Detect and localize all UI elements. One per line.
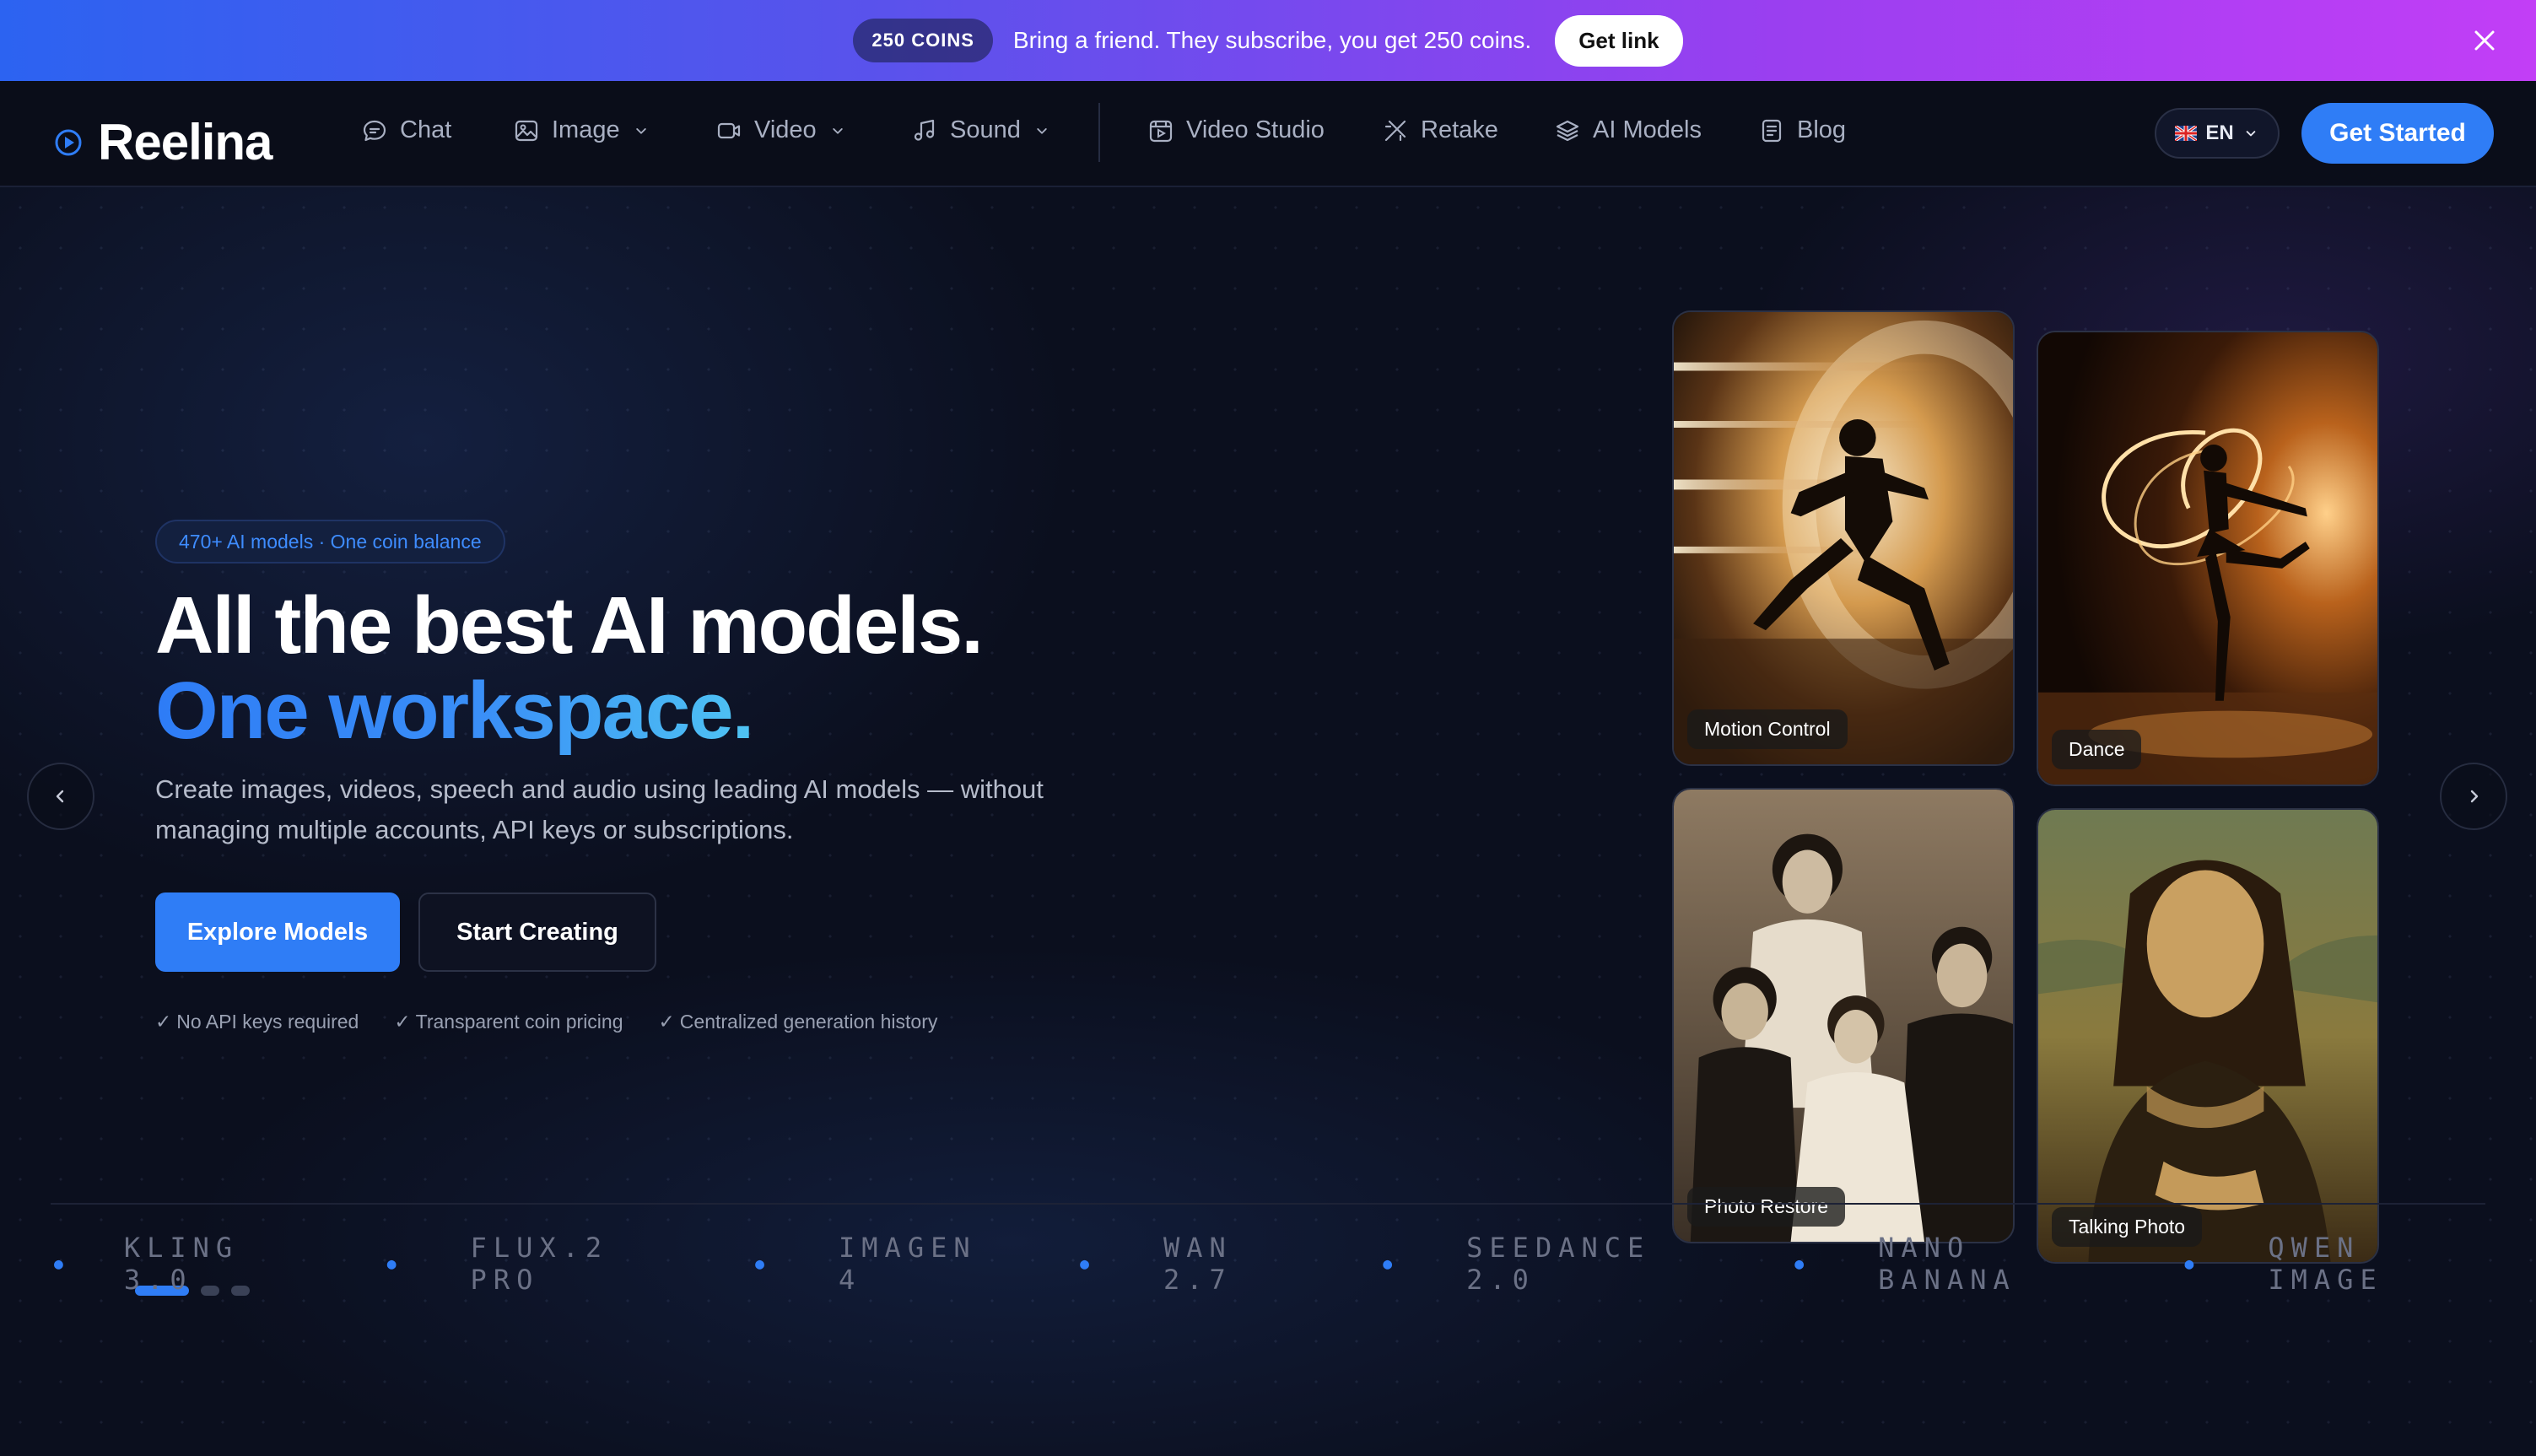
mona-lisa-image [2038,810,2377,1262]
card-motion-control[interactable]: Motion Control [1672,310,2015,766]
chevron-down-icon [832,127,843,134]
studio-icon [1149,120,1173,142]
carousel-next-button[interactable] [2440,763,2507,830]
image-icon [515,120,538,141]
check-icon: ✓ [394,1011,411,1033]
chevron-left-icon [56,790,64,803]
explore-models-button[interactable]: Explore Models [155,892,400,972]
card-talking-photo[interactable]: Talking Photo [2037,808,2379,1264]
card-label: Motion Control [1687,709,1848,749]
models-pill: 470+ AI models · One coin balance [155,520,505,564]
chevron-down-icon [635,127,646,134]
nav-video-studio-label: Video Studio [1186,116,1325,143]
model-ticker: ● KLING 3.0 ● FLUX.2 PRO ● IMAGEN 4 ● WA… [51,1232,2485,1296]
nav-sound[interactable]: Sound [911,116,1051,144]
ticker-item: SEEDANCE 2.0 [1466,1232,1651,1296]
running-man-image [1674,312,2013,764]
nav-retake[interactable]: Retake [1382,116,1498,144]
card-label: Photo Restore [1687,1187,1846,1227]
dancer-image [2038,332,2377,785]
ticker-separator: ● [2184,1254,2201,1273]
ticker-separator: ● [1794,1254,1811,1273]
nav-video[interactable]: Video [715,116,847,144]
nav-sound-label: Sound [950,116,1021,143]
check-icon: ✓ [658,1011,675,1033]
chat-icon [363,120,386,141]
check-item: ✓ Centralized generation history [659,1011,938,1033]
ticker-item: KLING 3.0 [123,1232,240,1296]
nav-retake-label: Retake [1421,116,1498,143]
ticker-divider [51,1203,2485,1205]
nav-blog[interactable]: Blog [1758,116,1846,144]
ticker-item: QWEN IMAGE [2268,1232,2383,1296]
check-label: Transparent coin pricing [415,1011,623,1033]
check-icon: ✓ [155,1011,172,1033]
nav-blog-label: Blog [1797,116,1847,143]
family-portrait-image [1674,790,2013,1242]
card-photo-restore[interactable]: Photo Restore [1672,788,2015,1243]
nav-image[interactable]: Image [513,116,650,144]
start-creating-button[interactable]: Start Creating [418,892,656,972]
hero-title-highlight: One workspace. [155,666,754,756]
nav-video-studio[interactable]: Video Studio [1147,116,1325,144]
brand-name: Reelina [98,114,272,170]
get-link-button[interactable]: Get link [1555,14,1683,67]
nav-divider [1098,103,1100,162]
layers-icon [1556,120,1579,141]
chevron-right-icon [2470,790,2479,803]
hero-subtitle: Create images, videos, speech and audio … [155,774,1044,844]
coins-badge: 250 COINS [853,19,993,62]
video-icon [717,122,741,138]
retake-icon [1384,120,1406,141]
carousel-prev-button[interactable] [27,763,94,830]
ticker-separator: ● [386,1254,403,1273]
nav-chat-label: Chat [400,116,452,143]
ticker-separator: ● [1080,1254,1096,1273]
language-selector[interactable]: EN [2155,108,2280,159]
feature-checklist: ✓ No API keys required ✓ Transparent coin … [155,1011,937,1033]
card-label: Dance [2052,730,2142,769]
promo-banner: 250 COINS Bring a friend. They subscribe… [0,0,2536,81]
check-item: ✓ Transparent coin pricing [394,1011,623,1033]
close-icon[interactable] [2467,23,2502,58]
chevron-down-icon [1037,127,1047,134]
ticker-item: WAN 2.7 [1163,1232,1233,1296]
get-started-button[interactable]: Get Started [2301,103,2494,164]
language-label: EN [2205,121,2234,144]
promo-text: Bring a friend. They subscribe, you get … [1012,27,1532,53]
nav-ai-models[interactable]: AI Models [1554,116,1702,144]
ticker-item: FLUX.2 PRO [470,1232,609,1296]
nav-chat[interactable]: Chat [361,116,451,144]
uk-flag-icon [2175,126,2198,141]
check-item: ✓ No API keys required [155,1011,359,1033]
play-logo-icon [55,129,82,155]
document-icon [1762,119,1782,142]
ticker-separator: ● [1383,1254,1400,1273]
ticker-item: NANO BANANA [1878,1232,2016,1296]
brand-logo[interactable]: Reelina [54,113,272,171]
card-dance[interactable]: Dance [2037,331,2379,786]
nav-image-label: Image [552,116,620,143]
hero-title: All the best AI models. [155,580,984,671]
check-label: Centralized generation history [679,1011,938,1033]
nav-ai-models-label: AI Models [1593,116,1702,143]
ticker-item: IMAGEN 4 [839,1232,977,1296]
ticker-separator: ● [755,1254,772,1273]
chevron-down-icon [2246,131,2255,137]
music-icon [914,119,935,141]
top-nav: Reelina Chat Image Video Sound Video Stu… [0,81,2536,187]
check-label: No API keys required [176,1011,359,1033]
ticker-separator: ● [54,1254,70,1273]
nav-video-label: Video [754,116,817,143]
